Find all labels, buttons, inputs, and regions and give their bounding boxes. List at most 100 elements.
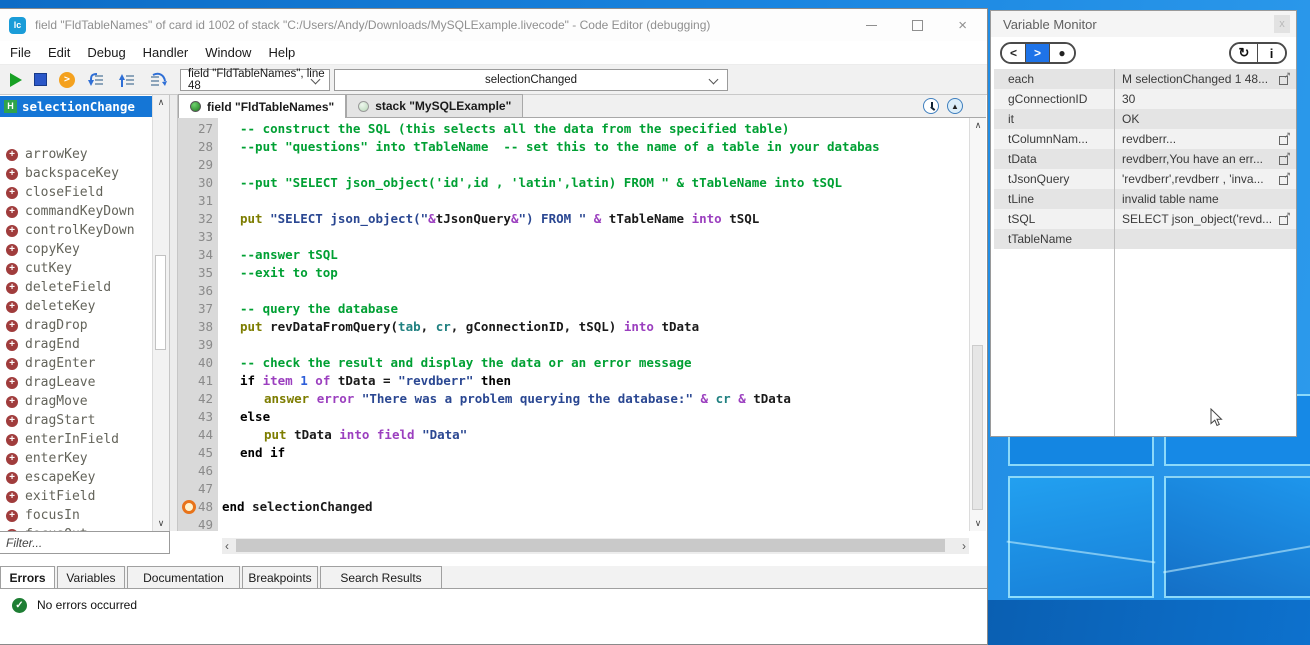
bottom-tab-documentation[interactable]: Documentation	[127, 566, 240, 588]
editor-tab[interactable]: field "FldTableNames"	[178, 94, 346, 118]
line-number[interactable]: 33	[178, 228, 218, 246]
line-number[interactable]: 48	[178, 498, 218, 516]
code-line[interactable]: 36	[178, 282, 969, 300]
maximize-icon[interactable]	[912, 20, 923, 31]
code-line[interactable]: 34--answer tSQL	[178, 246, 969, 264]
handler-item-dragDrop[interactable]: +dragDrop	[0, 316, 152, 335]
code-line[interactable]: 31	[178, 192, 969, 210]
bottom-tab-errors[interactable]: Errors	[0, 566, 55, 588]
handler-item-deleteField[interactable]: +deleteField	[0, 278, 152, 297]
line-number[interactable]: 40	[178, 354, 218, 372]
variable-row[interactable]: tJsonQuery'revdberr',revdberr , 'inva...	[994, 169, 1296, 189]
step-over-icon[interactable]	[149, 72, 168, 88]
record-button[interactable]: ●	[1050, 44, 1074, 62]
pane-splitter[interactable]	[169, 95, 178, 531]
add-handler-icon[interactable]: +	[6, 339, 18, 351]
bottom-tab-variables[interactable]: Variables	[57, 566, 125, 588]
handler-item-copyKey[interactable]: +copyKey	[0, 240, 152, 259]
code-line[interactable]: 46	[178, 462, 969, 480]
code-line[interactable]: 49	[178, 516, 969, 531]
code-line[interactable]: 27-- construct the SQL (this selects all…	[178, 120, 969, 138]
code-line[interactable]: 43else	[178, 408, 969, 426]
add-handler-icon[interactable]: +	[6, 491, 18, 503]
code-line[interactable]: 38put revDataFromQuery(tab, cr, gConnect…	[178, 318, 969, 336]
title-bar[interactable]: lc field "FldTableNames" of card id 1002…	[0, 9, 987, 41]
line-number[interactable]: 44	[178, 426, 218, 444]
variable-row[interactable]: tColumnNam...revdberr...	[994, 129, 1296, 149]
sidebar-scrollbar[interactable]: ∧ ∨	[152, 95, 169, 531]
handler-item-exitField[interactable]: +exitField	[0, 487, 152, 506]
add-handler-icon[interactable]: +	[6, 320, 18, 332]
add-handler-icon[interactable]: +	[6, 472, 18, 484]
code-line[interactable]: 33	[178, 228, 969, 246]
code-line[interactable]: 37-- query the database	[178, 300, 969, 318]
refresh-icon[interactable]: ↻	[1231, 44, 1258, 62]
external-link-icon[interactable]	[1279, 154, 1290, 165]
handler-item-arrowKey[interactable]: +arrowKey	[0, 145, 152, 164]
scroll-up-icon[interactable]: ∧	[970, 120, 986, 131]
line-number[interactable]: 34	[178, 246, 218, 264]
handler-item-dragEnter[interactable]: +dragEnter	[0, 354, 152, 373]
editor-vertical-scrollbar[interactable]: ∧ ∨	[969, 118, 986, 531]
code-line[interactable]: 42answer error "There was a problem quer…	[178, 390, 969, 408]
code-line[interactable]: 44put tData into field "Data"	[178, 426, 969, 444]
sidebar-selected-handler[interactable]: H selectionChange	[0, 96, 152, 117]
line-number[interactable]: 37	[178, 300, 218, 318]
scroll-down-icon[interactable]: ∨	[153, 518, 169, 529]
add-handler-icon[interactable]: +	[6, 377, 18, 389]
add-handler-icon[interactable]: +	[6, 206, 18, 218]
history-clock-icon[interactable]	[923, 98, 939, 114]
add-handler-icon[interactable]: +	[6, 187, 18, 199]
collapse-icon[interactable]: ▲	[947, 98, 963, 114]
external-link-icon[interactable]	[1279, 214, 1290, 225]
handler-item-deleteKey[interactable]: +deleteKey	[0, 297, 152, 316]
handler-dropdown[interactable]: selectionChanged	[334, 69, 728, 91]
scroll-up-icon[interactable]: ∧	[153, 97, 169, 108]
line-number[interactable]: 28	[178, 138, 218, 156]
variable-row[interactable]: tLineinvalid table name	[994, 189, 1296, 209]
variable-row[interactable]: itOK	[994, 109, 1296, 129]
line-number[interactable]: 39	[178, 336, 218, 354]
handler-item-enterInField[interactable]: +enterInField	[0, 430, 152, 449]
menu-edit[interactable]: Edit	[48, 45, 70, 60]
line-number[interactable]: 42	[178, 390, 218, 408]
handler-item-backspaceKey[interactable]: +backspaceKey	[0, 164, 152, 183]
info-icon[interactable]: i	[1258, 44, 1285, 62]
add-handler-icon[interactable]: +	[6, 301, 18, 313]
add-handler-icon[interactable]: +	[6, 396, 18, 408]
add-handler-icon[interactable]: +	[6, 168, 18, 180]
line-number[interactable]: 36	[178, 282, 218, 300]
add-handler-icon[interactable]: +	[6, 244, 18, 256]
stop-icon[interactable]	[34, 73, 47, 86]
scrollbar-thumb[interactable]	[972, 345, 983, 510]
add-handler-icon[interactable]: +	[6, 263, 18, 275]
add-handler-icon[interactable]: +	[6, 149, 18, 161]
editor-tab[interactable]: stack "MySQLExample"	[346, 94, 523, 117]
close-icon[interactable]: ×	[958, 20, 967, 31]
variable-monitor-titlebar[interactable]: Variable Monitor x	[991, 11, 1296, 37]
code-line[interactable]: 30--put "SELECT json_object('id',id , 'l…	[178, 174, 969, 192]
handler-item-closeField[interactable]: +closeField	[0, 183, 152, 202]
handler-item-dragEnd[interactable]: +dragEnd	[0, 335, 152, 354]
handler-item-dragLeave[interactable]: +dragLeave	[0, 373, 152, 392]
variable-row[interactable]: tTableName	[994, 229, 1296, 249]
line-number[interactable]: 49	[178, 516, 218, 531]
line-number[interactable]: 30	[178, 174, 218, 192]
handler-item-commandKeyDown[interactable]: +commandKeyDown	[0, 202, 152, 221]
handler-item-focusIn[interactable]: +focusIn	[0, 506, 152, 525]
line-number[interactable]: 38	[178, 318, 218, 336]
line-number[interactable]: 29	[178, 156, 218, 174]
line-number[interactable]: 43	[178, 408, 218, 426]
scroll-left-icon[interactable]: ‹	[225, 539, 229, 553]
code-line[interactable]: 39	[178, 336, 969, 354]
menu-file[interactable]: File	[10, 45, 31, 60]
handler-item-cutKey[interactable]: +cutKey	[0, 259, 152, 278]
code-line[interactable]: 45end if	[178, 444, 969, 462]
minimize-icon[interactable]	[866, 25, 877, 26]
execution-context-dropdown[interactable]: field "FldTableNames", line 48	[180, 69, 330, 91]
line-number[interactable]: 46	[178, 462, 218, 480]
add-handler-icon[interactable]: +	[6, 358, 18, 370]
code-line[interactable]: 32put "SELECT json_object("&tJsonQuery&"…	[178, 210, 969, 228]
handler-item-dragMove[interactable]: +dragMove	[0, 392, 152, 411]
close-icon[interactable]: x	[1274, 15, 1290, 33]
